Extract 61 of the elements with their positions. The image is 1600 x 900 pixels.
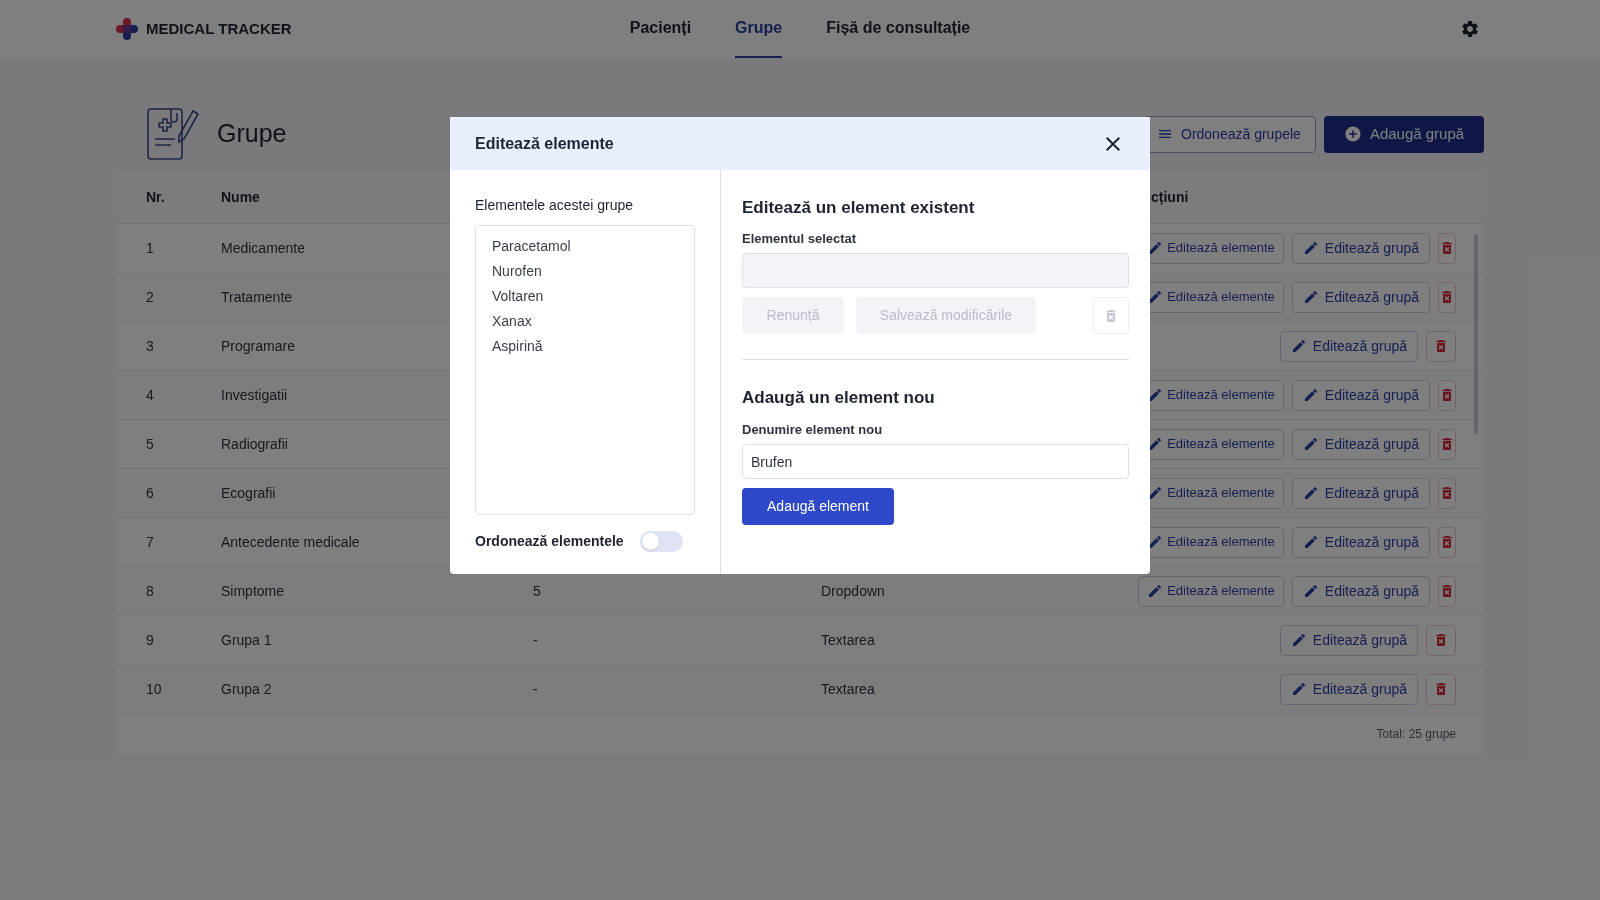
- element-list-item[interactable]: Aspirină: [476, 334, 694, 359]
- table-cell: Dropdown: [821, 582, 885, 599]
- table-cell: Ecografii: [221, 484, 276, 501]
- column-header: Nume: [221, 189, 260, 205]
- nav-tab[interactable]: Fișă de consultație: [826, 0, 971, 58]
- edit-group-button[interactable]: Editează grupă: [1291, 281, 1430, 313]
- table-cell: Radiografii: [221, 435, 288, 452]
- element-list-item[interactable]: Xanax: [476, 309, 694, 334]
- add-group-button[interactable]: Adaugă grupă: [1324, 115, 1484, 153]
- edit-group-button[interactable]: Editează grupă: [1291, 379, 1430, 411]
- element-list-item[interactable]: Voltaren: [476, 284, 694, 309]
- table-cell: 10: [146, 680, 162, 697]
- field-label: Denumire element nou: [742, 420, 884, 439]
- add-element-button[interactable]: Adaugă element: [742, 488, 894, 525]
- table-cell: Tratamente: [221, 288, 293, 305]
- element-list-item[interactable]: Nurofen: [476, 259, 694, 284]
- table-cell: Programare: [221, 337, 295, 354]
- table-cell: Grupa 1: [221, 631, 272, 648]
- page-title: Grupe: [217, 118, 287, 150]
- edit-group-button[interactable]: Editează grupă: [1279, 624, 1418, 656]
- edit-group-button[interactable]: Editează grupă: [1279, 330, 1418, 362]
- column-header: cțiuni: [1151, 189, 1189, 205]
- section-heading: Editează un element existent: [742, 197, 976, 219]
- edit-group-button[interactable]: Editează grupă: [1279, 673, 1418, 705]
- edit-group-button[interactable]: Editează grupă: [1291, 477, 1430, 509]
- section-heading: Adaugă un element nou: [742, 387, 936, 409]
- element-list-item[interactable]: Paracetamol: [476, 234, 694, 259]
- table-cell: Medicamente: [221, 239, 306, 256]
- edit-group-button[interactable]: Editează grupă: [1291, 526, 1430, 558]
- app-logo-text: MEDICAL TRACKER: [146, 18, 292, 39]
- dialog-title: Editează elemente: [475, 133, 614, 154]
- edit-group-button[interactable]: Editează grupă: [1291, 232, 1430, 264]
- table-cell: Investigatii: [221, 386, 288, 403]
- table-cell: Antecedente medicale: [221, 533, 360, 550]
- field-label: Elementul selectat: [742, 229, 858, 248]
- nav-tab[interactable]: Pacienți: [629, 0, 692, 58]
- table-cell: 3: [146, 337, 154, 354]
- table-cell: 1: [146, 239, 154, 256]
- table-cell: Textarea: [821, 680, 875, 697]
- edit-group-button[interactable]: Editează grupă: [1291, 428, 1430, 460]
- list-label: Elementele acestei grupe: [475, 196, 634, 215]
- nav-tab[interactable]: Grupe: [735, 0, 783, 58]
- edit-elements-button[interactable]: Editează elemente: [1138, 575, 1284, 607]
- table-cell: 2: [146, 288, 154, 305]
- table-cell: -: [533, 680, 538, 697]
- table-cell: -: [533, 631, 538, 648]
- table-cell: 8: [146, 582, 154, 599]
- table-cell: 4: [146, 386, 154, 403]
- table-cell: Grupa 2: [221, 680, 272, 697]
- new-element-field[interactable]: Brufen: [742, 444, 1129, 479]
- total-count: Total: 25 grupe: [1376, 726, 1456, 743]
- table-cell: Simptome: [221, 582, 285, 599]
- table-cell: 5: [533, 582, 541, 599]
- table-cell: Textarea: [821, 631, 875, 648]
- table-cell: 5: [146, 435, 154, 452]
- table-cell: 9: [146, 631, 154, 648]
- column-header: Nr.: [146, 189, 165, 205]
- table-cell: 6: [146, 484, 154, 501]
- toggle-label: Ordonează elementele: [475, 532, 624, 551]
- edit-group-button[interactable]: Editează grupă: [1291, 575, 1430, 607]
- table-cell: 7: [146, 533, 154, 550]
